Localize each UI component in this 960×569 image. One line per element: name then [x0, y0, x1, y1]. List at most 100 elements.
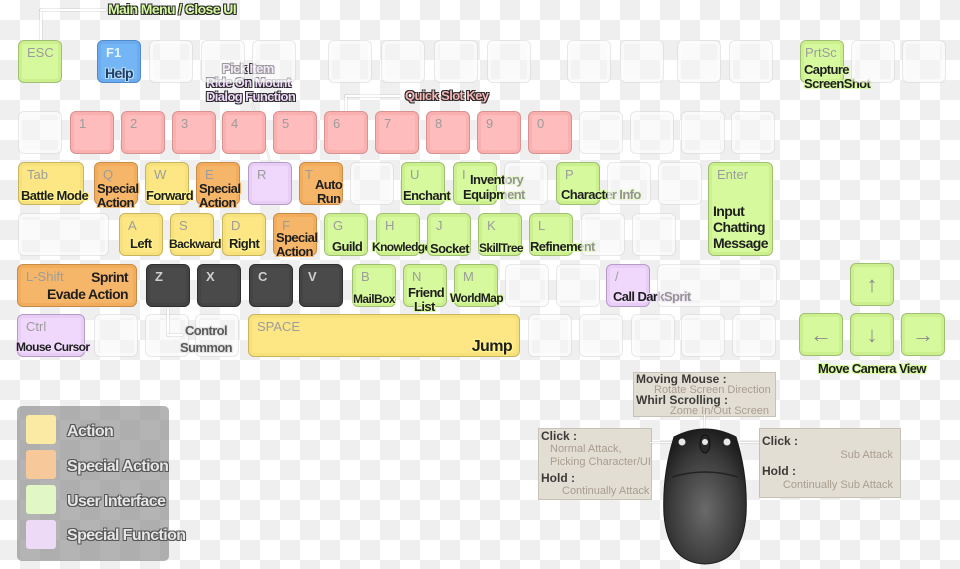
- key-capslock[interactable]: [18, 213, 109, 256]
- key-esc-cap: ESC: [27, 45, 54, 60]
- key-tab[interactable]: Tab Battle Mode: [18, 162, 89, 205]
- mouse-tip-right-t1: Sub Attack: [840, 449, 893, 461]
- key-k[interactable]: K SkillTree: [478, 213, 524, 256]
- key-u[interactable]: U Enchant: [401, 162, 451, 205]
- legend-label-user-interface: User Interface: [67, 493, 166, 510]
- key-f9[interactable]: [567, 40, 611, 83]
- key-f5[interactable]: [328, 40, 372, 83]
- mouse-tip-left-t1b: Picking Character/UI: [550, 456, 651, 468]
- key-6-cap: 6: [333, 116, 341, 131]
- key-d[interactable]: D Right: [222, 213, 266, 256]
- key-f1[interactable]: F1 Help: [97, 40, 141, 83]
- key-pause[interactable]: [902, 40, 946, 83]
- key-x[interactable]: X: [197, 264, 241, 307]
- key-menu[interactable]: [631, 314, 675, 357]
- mouse-tip-top-t2: Zome In/Out Screen: [670, 405, 770, 417]
- key-up[interactable]: ↑: [850, 263, 894, 306]
- key-enter-label-3: Message: [713, 235, 769, 251]
- key-hangul[interactable]: [528, 314, 572, 357]
- key-0-cap: 0: [537, 116, 545, 131]
- key-6[interactable]: 6: [324, 111, 368, 154]
- key-o[interactable]: [504, 162, 548, 205]
- key-0[interactable]: 0: [528, 111, 572, 154]
- key-tab-label: Battle Mode: [21, 188, 89, 203]
- key-lbracket[interactable]: [607, 162, 651, 205]
- key-2[interactable]: 2: [121, 111, 165, 154]
- key-f4[interactable]: [252, 40, 296, 83]
- key-f3[interactable]: [201, 40, 245, 83]
- key-w[interactable]: W Forward: [145, 162, 194, 205]
- key-7-cap: 7: [384, 116, 392, 131]
- key-j[interactable]: J Socket: [427, 213, 471, 256]
- key-equals[interactable]: [630, 111, 674, 154]
- key-quote[interactable]: [632, 213, 676, 256]
- key-space-cap: SPACE: [257, 319, 301, 334]
- key-lshift-label-1: Sprint: [91, 269, 128, 285]
- key-f6[interactable]: [381, 40, 425, 83]
- key-g-label: Guild: [332, 239, 363, 254]
- key-h-label: Knowledge: [372, 240, 431, 254]
- key-rwin[interactable]: [681, 314, 725, 357]
- key-e[interactable]: E Special Action: [196, 162, 241, 209]
- key-lshift[interactable]: L-Shift Sprint Evade Action: [17, 264, 137, 307]
- key-z[interactable]: Z: [146, 264, 190, 307]
- key-f8[interactable]: [487, 40, 531, 83]
- key-8[interactable]: 8: [426, 111, 470, 154]
- key-ralt[interactable]: [579, 314, 623, 357]
- key-5[interactable]: 5: [273, 111, 317, 154]
- arrow-up-icon: ↑: [866, 272, 878, 297]
- key-backspace[interactable]: [681, 111, 725, 154]
- key-q[interactable]: Q Special Action: [94, 162, 139, 209]
- key-c[interactable]: C: [249, 264, 293, 307]
- key-y[interactable]: [350, 162, 394, 205]
- key-scrolllock[interactable]: [851, 40, 895, 83]
- key-j-label: Socket: [430, 241, 470, 256]
- key-s-cap: S: [179, 218, 188, 233]
- key-comma[interactable]: [505, 264, 549, 307]
- key-minus[interactable]: [579, 111, 623, 154]
- key-win[interactable]: [94, 314, 138, 357]
- key-s[interactable]: S Backward: [169, 213, 222, 256]
- key-f[interactable]: F Special Action: [273, 213, 318, 258]
- key-x-cap: X: [206, 269, 215, 284]
- key-v[interactable]: V: [299, 264, 343, 307]
- key-4[interactable]: 4: [222, 111, 266, 154]
- key-f10[interactable]: [620, 40, 664, 83]
- key-rshift[interactable]: [657, 264, 777, 307]
- key-l-cap: L: [538, 218, 546, 233]
- key-f-label-1: Special: [276, 230, 318, 245]
- key-rbracket[interactable]: [658, 162, 702, 205]
- legend-swatch-user-interface: [26, 485, 56, 514]
- key-enter[interactable]: Enter Input Chatting Message: [708, 162, 773, 256]
- key-down[interactable]: ↓: [850, 313, 894, 356]
- key-r[interactable]: R: [248, 162, 292, 205]
- key-f7[interactable]: [434, 40, 478, 83]
- mouse-icon: [663, 428, 747, 565]
- key-space-label: Jump: [471, 338, 513, 355]
- key-b-cap: B: [361, 269, 370, 284]
- key-c-cap: C: [258, 269, 268, 284]
- key-9[interactable]: 9: [477, 111, 521, 154]
- key-right[interactable]: →: [901, 313, 945, 356]
- key-a[interactable]: A Left: [119, 213, 163, 256]
- main-menu-callout-line-h: [40, 9, 106, 11]
- key-7[interactable]: 7: [375, 111, 419, 154]
- key-left[interactable]: ←: [799, 313, 843, 356]
- key-backtick[interactable]: [18, 111, 62, 154]
- key-b[interactable]: B MailBox: [352, 264, 396, 307]
- key-space[interactable]: SPACE Jump: [248, 314, 520, 357]
- key-h-cap: H: [385, 218, 395, 233]
- key-g[interactable]: G Guild: [324, 213, 368, 256]
- mouse-tip-left-t1a: Normal Attack,: [550, 443, 622, 455]
- key-3[interactable]: 3: [172, 111, 216, 154]
- key-backspace-2[interactable]: [731, 111, 775, 154]
- key-f12[interactable]: [729, 40, 773, 83]
- key-1[interactable]: 1: [70, 111, 114, 154]
- key-esc[interactable]: ESC: [18, 40, 62, 83]
- key-f11[interactable]: [677, 40, 721, 83]
- key-rctrl[interactable]: [732, 314, 776, 357]
- key-t[interactable]: T Auto Run: [299, 162, 343, 205]
- key-f2[interactable]: [149, 40, 193, 83]
- key-period[interactable]: [556, 264, 600, 307]
- key-semicolon[interactable]: [581, 213, 625, 256]
